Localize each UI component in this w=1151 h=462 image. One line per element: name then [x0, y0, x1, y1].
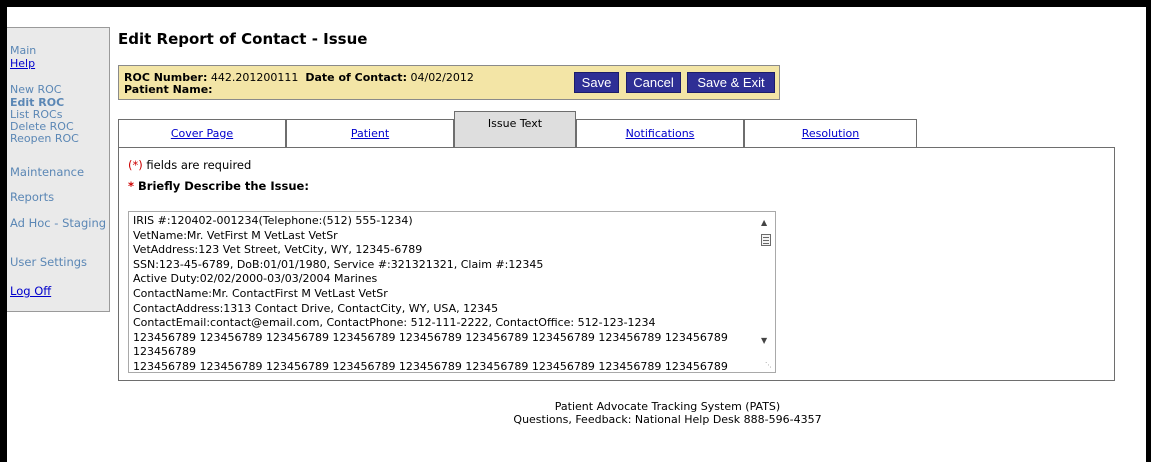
issue-line: 123456789 123456789 123456789 123456789 …: [133, 359, 728, 373]
sidebar-item-log-off[interactable]: Log Off: [10, 284, 51, 298]
issue-text-content[interactable]: IRIS #:120402-001234(Telephone:(512) 555…: [133, 214, 753, 373]
issue-line: ContactAddress:1313 Contact Drive, Conta…: [133, 301, 499, 315]
issue-line: 123456789 123456789 123456789 123456789 …: [133, 330, 728, 359]
sidebar-item-ad-hoc-staging[interactable]: Ad Hoc - Staging: [10, 216, 106, 230]
date-of-contact-value: 04/02/2012: [410, 71, 474, 84]
issue-line: ContactEmail:contact@email.com, ContactP…: [133, 316, 656, 330]
sidebar-item-reopen-roc[interactable]: Reopen ROC: [10, 132, 79, 145]
window-frame-left: [0, 0, 7, 462]
tab-issue-text[interactable]: Issue Text: [454, 111, 576, 148]
issue-line: Active Duty:02/02/2000-03/03/2004 Marine…: [133, 272, 378, 286]
sidebar-nav: Main Help New ROC Edit ROC List ROCs Del…: [7, 27, 110, 312]
roc-info-bar: ROC Number: 442.201200111 Date of Contac…: [118, 65, 780, 100]
tab-patient-label[interactable]: Patient: [351, 127, 389, 140]
issue-text-area[interactable]: IRIS #:120402-001234(Telephone:(512) 555…: [128, 211, 776, 373]
scroll-down-arrow-icon[interactable]: ▼: [761, 336, 767, 345]
footer-help-desk: Questions, Feedback: National Help Desk …: [513, 413, 822, 426]
page-title: Edit Report of Contact - Issue: [118, 30, 368, 48]
save-exit-button[interactable]: Save & Exit: [687, 72, 775, 93]
required-note-text: fields are required: [142, 158, 252, 172]
issue-line: IRIS #:120402-001234(Telephone:(512) 555…: [133, 214, 413, 227]
roc-number-value: 442.201200111: [210, 71, 299, 84]
tab-notifications[interactable]: Notifications: [576, 119, 744, 148]
sidebar-item-maintenance[interactable]: Maintenance: [10, 165, 84, 179]
sidebar-item-user-settings[interactable]: User Settings: [10, 255, 87, 269]
issue-text-scrollbar[interactable]: ▲ ▼: [758, 212, 775, 372]
tab-resolution[interactable]: Resolution: [744, 119, 917, 148]
window-frame-top: [0, 0, 1151, 7]
footer-app-name: Patient Advocate Tracking System (PATS): [554, 400, 781, 413]
tab-bar: Cover Page Patient Issue Text Notificati…: [118, 111, 917, 148]
describe-issue-label: * Briefly Describe the Issue:: [128, 179, 309, 193]
tab-patient[interactable]: Patient: [286, 119, 454, 148]
scroll-up-arrow-icon[interactable]: ▲: [761, 218, 767, 227]
save-button[interactable]: Save: [574, 72, 619, 93]
tab-resolution-label[interactable]: Resolution: [802, 127, 859, 140]
window-frame-right: [1146, 0, 1151, 462]
tab-cover-page-label[interactable]: Cover Page: [171, 127, 233, 140]
issue-line: ContactName:Mr. ContactFirst M VetLast V…: [133, 286, 388, 300]
tab-cover-page[interactable]: Cover Page: [118, 119, 286, 148]
sidebar-item-help[interactable]: Help: [10, 57, 35, 70]
scroll-thumb[interactable]: [761, 234, 771, 246]
tab-issue-text-label[interactable]: Issue Text: [488, 117, 542, 130]
issue-line: VetName:Mr. VetFirst M VetLast VetSr: [133, 228, 338, 242]
cancel-button[interactable]: Cancel: [626, 72, 681, 93]
issue-line: SSN:123-45-6789, DoB:01/01/1980, Service…: [133, 257, 544, 271]
resize-grip-icon[interactable]: ⋱: [765, 361, 772, 369]
sidebar-item-main[interactable]: Main: [10, 44, 36, 57]
describe-issue-text: Briefly Describe the Issue:: [134, 179, 309, 193]
required-marker: (*): [128, 158, 143, 172]
issue-text-panel: (*) fields are required * Briefly Descri…: [118, 147, 1115, 381]
required-note: (*) fields are required: [128, 158, 251, 172]
sidebar-item-new-roc[interactable]: New ROC: [10, 83, 61, 96]
tab-notifications-label[interactable]: Notifications: [626, 127, 695, 140]
issue-line: VetAddress:123 Vet Street, VetCity, WY, …: [133, 243, 423, 257]
sidebar-item-reports[interactable]: Reports: [10, 190, 54, 204]
patient-name-label: Patient Name:: [124, 83, 213, 96]
date-of-contact-label: Date of Contact:: [305, 71, 407, 84]
